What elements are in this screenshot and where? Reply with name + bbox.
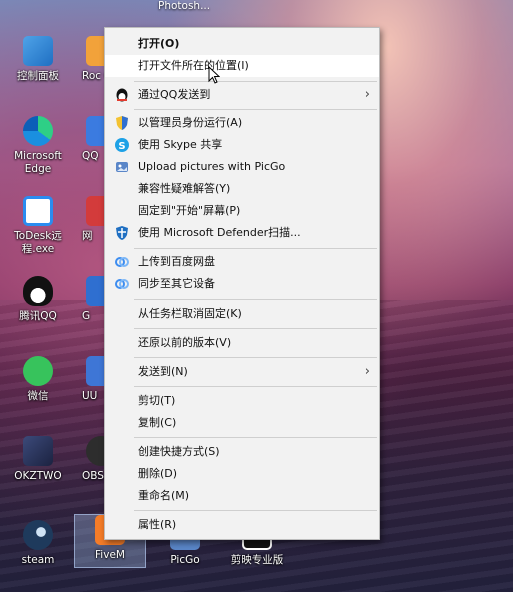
desktop-icon-label: Microsoft Edge bbox=[14, 150, 62, 175]
window-title-partial: Photosh... bbox=[158, 0, 211, 12]
desktop-icon-edge[interactable]: Microsoft Edge bbox=[3, 116, 73, 176]
menu-item-send-via-qq[interactable]: 通过QQ发送到 › bbox=[105, 84, 379, 106]
baidu-netdisk-icon bbox=[114, 254, 130, 270]
desktop-icon-tencent-qq[interactable]: 腾讯QQ bbox=[3, 276, 73, 323]
uac-shield-icon bbox=[114, 115, 130, 131]
menu-item-copy[interactable]: 复制(C) bbox=[105, 412, 379, 434]
desktop-icon-okztwo[interactable]: OKZTWO bbox=[3, 436, 73, 483]
desktop-icon-label: steam bbox=[21, 554, 55, 566]
desktop-icon-label: FiveM bbox=[95, 549, 125, 561]
desktop-icon-label: PicGo bbox=[170, 554, 200, 566]
menu-item-label: 上传到百度网盘 bbox=[138, 255, 215, 268]
menu-item-label: 以管理员身份运行(A) bbox=[138, 116, 243, 129]
menu-item-create-shortcut[interactable]: 创建快捷方式(S) bbox=[105, 441, 379, 463]
context-menu: 打开(O) 打开文件所在的位置(I) 通过QQ发送到 › 以管理员身份运行(A)… bbox=[104, 27, 380, 540]
desktop-icon-control-panel[interactable]: 控制面板 bbox=[3, 36, 73, 83]
menu-item-open-file-location[interactable]: 打开文件所在的位置(I) bbox=[105, 55, 379, 77]
menu-item-upload-picgo[interactable]: Upload pictures with PicGo bbox=[105, 156, 379, 178]
menu-item-label: 同步至其它设备 bbox=[138, 277, 215, 290]
menu-item-label: 发送到(N) bbox=[138, 365, 188, 378]
svg-text:S: S bbox=[118, 141, 125, 152]
qq-penguin-icon bbox=[23, 276, 53, 306]
desktop-icon-label: 网 bbox=[82, 230, 93, 242]
menu-item-cut[interactable]: 剪切(T) bbox=[105, 390, 379, 412]
menu-separator bbox=[134, 248, 377, 249]
menu-item-pin-to-start[interactable]: 固定到"开始"屏幕(P) bbox=[105, 200, 379, 222]
menu-item-properties[interactable]: 属性(R) bbox=[105, 514, 379, 536]
desktop-icon-todesk[interactable]: ToDesk远程.exe bbox=[3, 196, 73, 256]
menu-item-upload-baidu[interactable]: 上传到百度网盘 bbox=[105, 251, 379, 273]
steam-icon bbox=[23, 520, 53, 550]
desktop-icon-steam[interactable]: steam bbox=[3, 520, 73, 567]
desktop-icon-label: 腾讯QQ bbox=[19, 310, 57, 322]
desktop-icon-label: 控制面板 bbox=[17, 70, 59, 82]
menu-item-label: Upload pictures with PicGo bbox=[138, 160, 286, 173]
menu-item-send-to[interactable]: 发送到(N) › bbox=[105, 361, 379, 383]
picgo-icon bbox=[114, 159, 130, 175]
control-panel-icon bbox=[23, 36, 53, 66]
menu-item-rename[interactable]: 重命名(M) bbox=[105, 485, 379, 507]
menu-separator bbox=[134, 437, 377, 438]
submenu-arrow-icon: › bbox=[364, 364, 370, 379]
menu-item-label: 通过QQ发送到 bbox=[138, 88, 211, 101]
mouse-cursor-icon bbox=[208, 66, 220, 84]
qq-icon bbox=[114, 87, 130, 103]
menu-separator bbox=[134, 510, 377, 511]
menu-item-restore-versions[interactable]: 还原以前的版本(V) bbox=[105, 332, 379, 354]
menu-item-label: 使用 Skype 共享 bbox=[138, 138, 223, 151]
menu-separator bbox=[134, 328, 377, 329]
menu-item-defender-scan[interactable]: 使用 Microsoft Defender扫描... bbox=[105, 222, 379, 244]
menu-separator bbox=[134, 299, 377, 300]
submenu-arrow-icon: › bbox=[364, 87, 370, 102]
desktop-icon-label: G bbox=[82, 310, 91, 322]
desktop-icon-label: OKZTWO bbox=[14, 470, 62, 482]
menu-item-sync-devices[interactable]: 同步至其它设备 bbox=[105, 273, 379, 295]
menu-item-open[interactable]: 打开(O) bbox=[105, 33, 379, 55]
menu-item-delete[interactable]: 删除(D) bbox=[105, 463, 379, 485]
menu-item-label: 使用 Microsoft Defender扫描... bbox=[138, 226, 301, 239]
desktop-icon-label: OBS bbox=[82, 470, 104, 482]
skype-icon: S bbox=[114, 137, 130, 153]
menu-separator bbox=[134, 386, 377, 387]
desktop-icon-label: ToDesk远程.exe bbox=[14, 230, 62, 255]
menu-separator bbox=[134, 357, 377, 358]
defender-icon bbox=[114, 225, 130, 241]
baidu-sync-icon bbox=[114, 276, 130, 292]
menu-item-unpin-taskbar[interactable]: 从任务栏取消固定(K) bbox=[105, 303, 379, 325]
desktop-icon-wechat[interactable]: 微信 bbox=[3, 356, 73, 403]
menu-separator bbox=[134, 81, 377, 82]
wechat-icon bbox=[23, 356, 53, 386]
menu-item-skype-share[interactable]: S 使用 Skype 共享 bbox=[105, 134, 379, 156]
desktop-icon-label: 剪映专业版 bbox=[230, 554, 284, 566]
okztwo-icon bbox=[23, 436, 53, 466]
menu-separator bbox=[134, 109, 377, 110]
desktop-icon-label: 微信 bbox=[27, 390, 49, 402]
desktop-icon-label: QQ bbox=[82, 150, 99, 162]
todesk-icon bbox=[23, 196, 53, 226]
desktop-icon-label: UU bbox=[82, 390, 98, 402]
menu-item-compat-troubleshoot[interactable]: 兼容性疑难解答(Y) bbox=[105, 178, 379, 200]
edge-icon bbox=[23, 116, 53, 146]
menu-item-run-as-admin[interactable]: 以管理员身份运行(A) bbox=[105, 112, 379, 134]
